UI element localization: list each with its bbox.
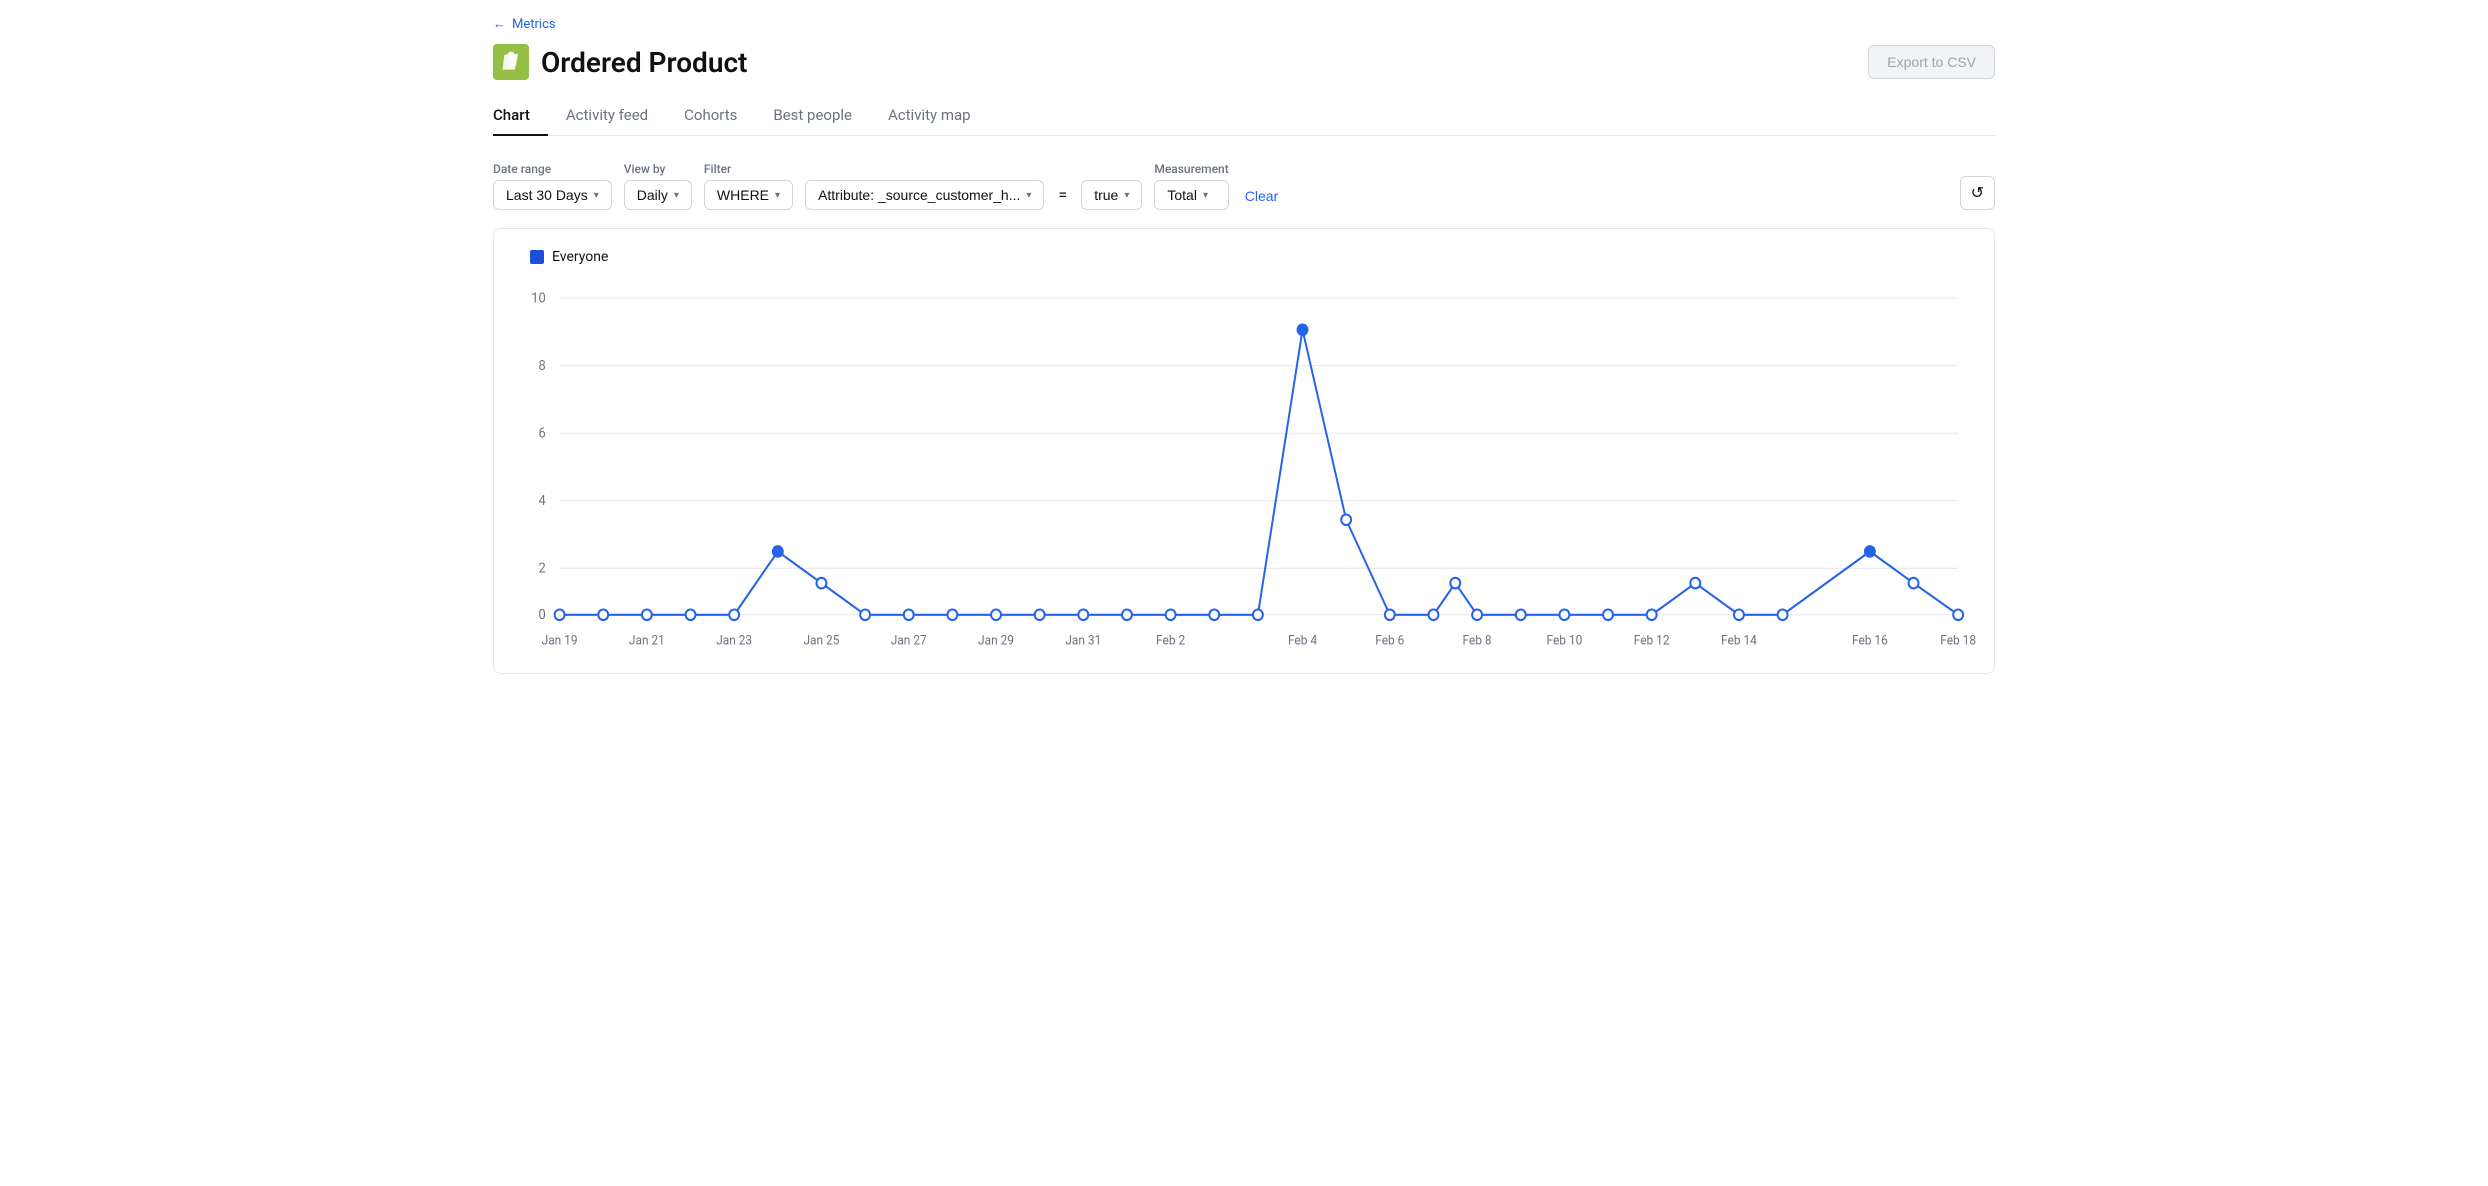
date-range-label: Date range	[493, 162, 612, 176]
tab-activity-map[interactable]: Activity map	[870, 96, 989, 136]
svg-text:Jan 21: Jan 21	[629, 634, 665, 648]
svg-text:Feb 8: Feb 8	[1463, 634, 1492, 648]
refresh-icon: ↺	[1971, 185, 1984, 202]
svg-text:10: 10	[531, 291, 545, 306]
true-select[interactable]: true ▾	[1081, 180, 1142, 210]
svg-text:Feb 18: Feb 18	[1940, 634, 1976, 648]
legend-label: Everyone	[552, 249, 608, 265]
view-by-chevron-icon: ▾	[674, 190, 679, 201]
svg-text:Jan 25: Jan 25	[803, 634, 839, 648]
filter-label: Filter	[704, 162, 793, 176]
svg-text:Jan 23: Jan 23	[716, 634, 752, 648]
svg-text:Feb 16: Feb 16	[1852, 634, 1888, 648]
svg-text:Feb 14: Feb 14	[1721, 634, 1757, 648]
chart-area: 10 8 6 4 2 0 Jan 19 Jan 21 Jan 23 Jan 25…	[510, 277, 1978, 657]
true-filter: x true ▾	[1081, 162, 1142, 210]
svg-text:Feb 4: Feb 4	[1288, 634, 1317, 648]
measurement-filter: Measurement Total ▾	[1154, 162, 1228, 210]
page-title: Ordered Product	[541, 46, 747, 79]
chart-legend: Everyone	[510, 249, 1978, 265]
date-range-value: Last 30 Days	[506, 187, 588, 203]
svg-text:Jan 19: Jan 19	[542, 634, 578, 648]
true-chevron-icon: ▾	[1124, 190, 1129, 201]
svg-text:Jan 31: Jan 31	[1065, 634, 1101, 648]
svg-text:Feb 12: Feb 12	[1634, 634, 1670, 648]
measurement-value: Total	[1167, 187, 1197, 203]
attribute-value: Attribute: _source_customer_h...	[818, 187, 1020, 203]
svg-text:0: 0	[538, 608, 545, 623]
legend-color-box	[530, 250, 544, 264]
page-header: Ordered Product Export to CSV	[493, 44, 1995, 80]
svg-text:Jan 29: Jan 29	[978, 634, 1014, 648]
page-title-area: Ordered Product	[493, 44, 747, 80]
where-chevron-icon: ▾	[775, 190, 780, 201]
shopify-icon	[493, 44, 529, 80]
measurement-label: Measurement	[1154, 162, 1228, 176]
attribute-select[interactable]: Attribute: _source_customer_h... ▾	[805, 180, 1044, 210]
back-link[interactable]: ← Metrics	[493, 16, 556, 32]
tab-activity-feed[interactable]: Activity feed	[548, 96, 666, 136]
where-value: WHERE	[717, 187, 769, 203]
filters-row: Date range Last 30 Days ▾ View by Daily …	[493, 156, 1995, 210]
refresh-button[interactable]: ↺	[1960, 176, 1995, 210]
svg-text:6: 6	[538, 426, 545, 441]
equals-sign: =	[1056, 159, 1069, 210]
date-range-select[interactable]: Last 30 Days ▾	[493, 180, 612, 210]
view-by-filter: View by Daily ▾	[624, 162, 692, 210]
tab-chart[interactable]: Chart	[493, 96, 548, 136]
back-arrow-icon: ←	[493, 16, 506, 32]
attribute-filter: x Attribute: _source_customer_h... ▾	[805, 162, 1044, 210]
tab-best-people[interactable]: Best people	[755, 96, 870, 136]
date-range-filter: Date range Last 30 Days ▾	[493, 162, 612, 210]
svg-text:2: 2	[538, 561, 545, 576]
view-by-label: View by	[624, 162, 692, 176]
export-csv-button[interactable]: Export to CSV	[1868, 45, 1995, 79]
filter-group: Filter WHERE ▾	[704, 162, 793, 210]
attribute-chevron-icon: ▾	[1026, 190, 1031, 201]
measurement-chevron-icon: ▾	[1203, 190, 1208, 201]
date-range-chevron-icon: ▾	[594, 190, 599, 201]
chart-container: Everyone 10 8 6 4 2 0	[493, 228, 1995, 674]
svg-text:Feb 10: Feb 10	[1547, 634, 1583, 648]
measurement-select[interactable]: Total ▾	[1154, 180, 1228, 210]
svg-text:4: 4	[538, 494, 546, 509]
svg-text:Jan 27: Jan 27	[891, 634, 927, 648]
back-link-label: Metrics	[512, 17, 556, 32]
view-by-select[interactable]: Daily ▾	[624, 180, 692, 210]
tab-cohorts[interactable]: Cohorts	[666, 96, 755, 136]
chart-svg: 10 8 6 4 2 0 Jan 19 Jan 21 Jan 23 Jan 25…	[510, 277, 1978, 657]
clear-button[interactable]: Clear	[1241, 162, 1282, 210]
tabs-nav: Chart Activity feed Cohorts Best people …	[493, 96, 1995, 136]
svg-text:8: 8	[538, 359, 545, 374]
svg-text:Feb 2: Feb 2	[1156, 634, 1185, 648]
true-value: true	[1094, 187, 1118, 203]
where-select[interactable]: WHERE ▾	[704, 180, 793, 210]
view-by-value: Daily	[637, 187, 668, 203]
svg-text:Feb 6: Feb 6	[1375, 634, 1404, 648]
